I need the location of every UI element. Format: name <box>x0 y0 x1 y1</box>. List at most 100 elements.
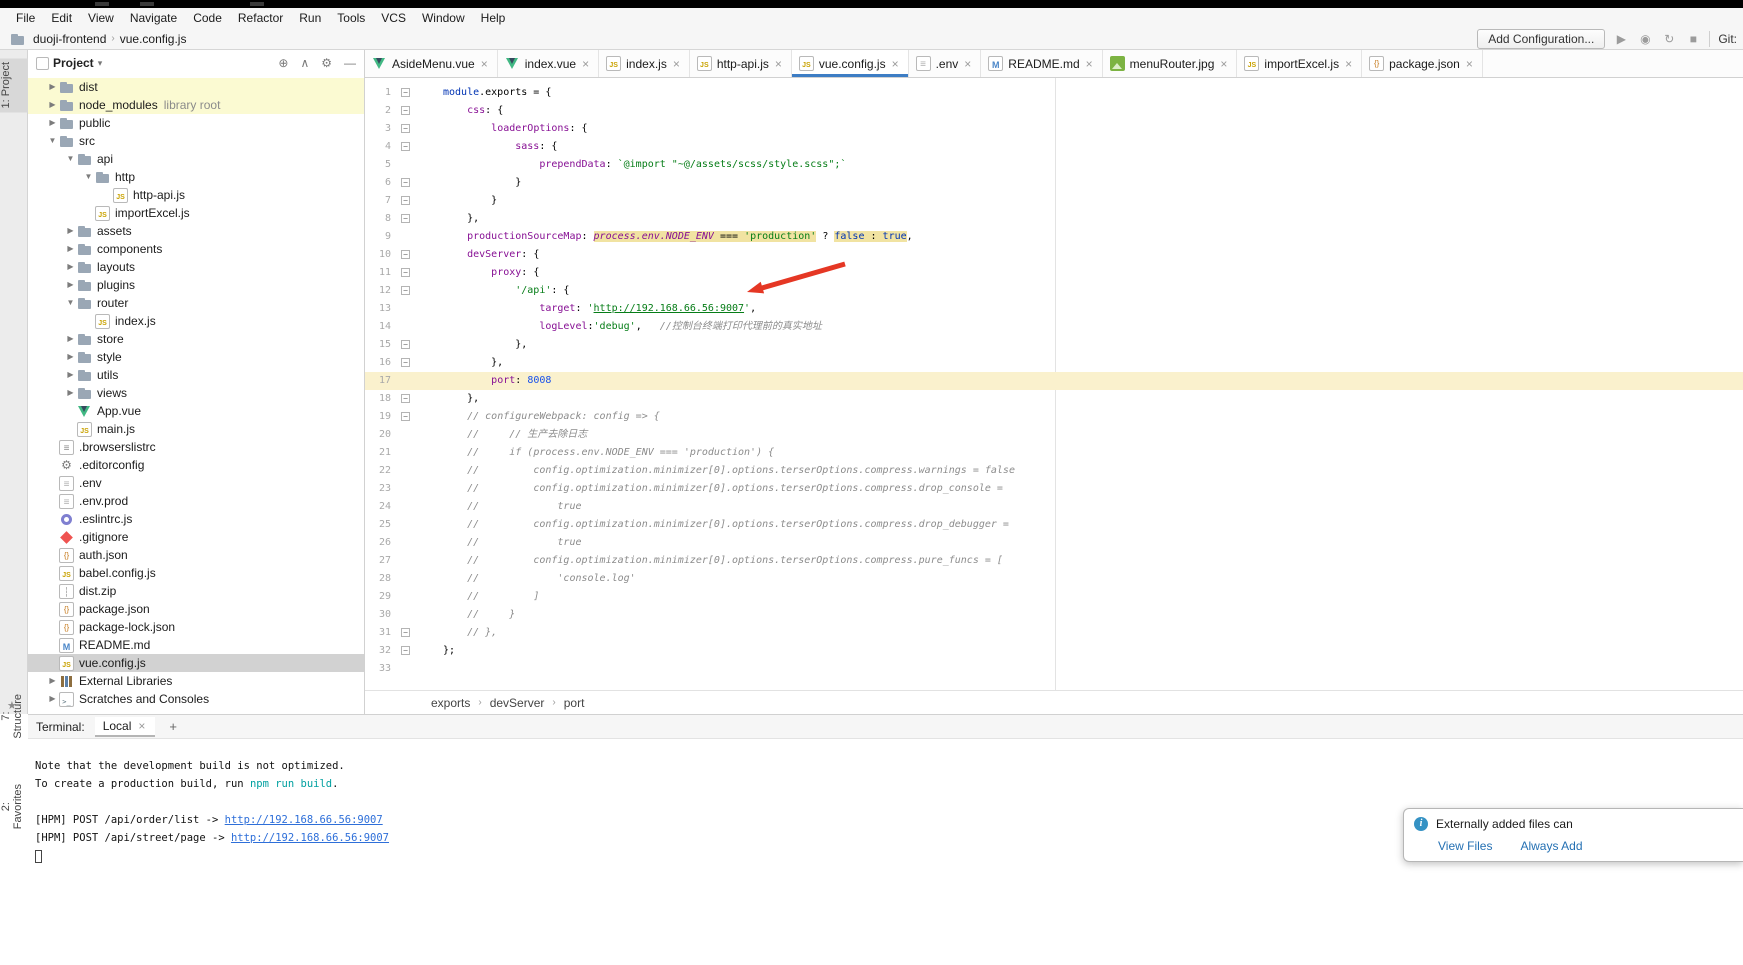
chevron-down-icon[interactable]: ▾ <box>98 58 103 69</box>
code-line-20[interactable]: 20 // // 生产去除日志 <box>365 426 1743 444</box>
line-number[interactable]: 6 <box>365 174 395 192</box>
line-number[interactable]: 24 <box>365 498 395 516</box>
tree-item-http[interactable]: ▼http <box>28 168 364 186</box>
line-number[interactable]: 8 <box>365 210 395 228</box>
code-line-29[interactable]: 29 // ] <box>365 588 1743 606</box>
code-line-16[interactable]: 16− }, <box>365 354 1743 372</box>
tree-item-components[interactable]: ▶components <box>28 240 364 258</box>
code-line-26[interactable]: 26 // true <box>365 534 1743 552</box>
fold-marker-icon[interactable]: − <box>401 196 410 205</box>
code-line-11[interactable]: 11− proxy: { <box>365 264 1743 282</box>
line-number[interactable]: 12 <box>365 282 395 300</box>
tab-menurouter-jpg[interactable]: menuRouter.jpg× <box>1103 50 1238 77</box>
code-line-32[interactable]: 32−}; <box>365 642 1743 660</box>
tree-item-index-js[interactable]: index.js <box>28 312 364 330</box>
code-line-27[interactable]: 27 // config.optimization.minimizer[0].o… <box>365 552 1743 570</box>
code-line-31[interactable]: 31− // }, <box>365 624 1743 642</box>
code-line-21[interactable]: 21 // if (process.env.NODE_ENV === 'prod… <box>365 444 1743 462</box>
line-number[interactable]: 13 <box>365 300 395 318</box>
code-line-23[interactable]: 23 // config.optimization.minimizer[0].o… <box>365 480 1743 498</box>
line-number[interactable]: 16 <box>365 354 395 372</box>
code-line-3[interactable]: 3− loaderOptions: { <box>365 120 1743 138</box>
menu-view[interactable]: View <box>80 9 122 27</box>
tree-item-env-prod[interactable]: .env.prod <box>28 492 364 510</box>
stop-icon[interactable]: ■ <box>1685 32 1701 46</box>
line-number[interactable]: 22 <box>365 462 395 480</box>
code-line-4[interactable]: 4− sass: { <box>365 138 1743 156</box>
breadcrumb-project[interactable]: duoji-frontend <box>33 32 106 46</box>
code-line-30[interactable]: 30 // } <box>365 606 1743 624</box>
tree-item-utils[interactable]: ▶utils <box>28 366 364 384</box>
tree-item-eslintrc-js[interactable]: .eslintrc.js <box>28 510 364 528</box>
tree-item-auth-json[interactable]: auth.json <box>28 546 364 564</box>
line-number[interactable]: 14 <box>365 318 395 336</box>
line-number[interactable]: 25 <box>365 516 395 534</box>
tree-item-external-libraries[interactable]: ▶External Libraries <box>28 672 364 690</box>
line-number[interactable]: 9 <box>365 228 395 246</box>
tree-item-node-modules[interactable]: ▶node_moduleslibrary root <box>28 96 364 114</box>
breadcrumb-devserver[interactable]: devServer <box>490 696 545 710</box>
tree-item-views[interactable]: ▶views <box>28 384 364 402</box>
chevron-down-icon[interactable]: ▼ <box>46 132 59 150</box>
chevron-right-icon[interactable]: ▶ <box>46 672 59 690</box>
tree-item-gitignore[interactable]: .gitignore <box>28 528 364 546</box>
code-line-15[interactable]: 15− }, <box>365 336 1743 354</box>
menu-help[interactable]: Help <box>473 9 514 27</box>
tree-item-dist-zip[interactable]: dist.zip <box>28 582 364 600</box>
close-icon[interactable]: × <box>136 719 147 733</box>
tab-asidemenu-vue[interactable]: AsideMenu.vue× <box>365 50 498 77</box>
terminal-tab-local[interactable]: Local × <box>95 717 156 737</box>
fold-marker-icon[interactable]: − <box>401 178 410 187</box>
chevron-right-icon[interactable]: ▶ <box>64 366 77 384</box>
close-icon[interactable]: × <box>1218 57 1229 71</box>
menu-run[interactable]: Run <box>291 9 329 27</box>
chevron-right-icon[interactable]: ▶ <box>46 78 59 96</box>
chevron-right-icon[interactable]: ▶ <box>64 240 77 258</box>
terminal-title[interactable]: Terminal: <box>36 720 85 734</box>
tab-env[interactable]: .env× <box>909 50 982 77</box>
code-line-28[interactable]: 28 // 'console.log' <box>365 570 1743 588</box>
line-number[interactable]: 3 <box>365 120 395 138</box>
breadcrumb-exports[interactable]: exports <box>431 696 470 710</box>
tree-item-env[interactable]: .env <box>28 474 364 492</box>
tab-readme-md[interactable]: README.md× <box>981 50 1102 77</box>
chevron-down-icon[interactable]: ▼ <box>64 294 77 312</box>
line-number[interactable]: 26 <box>365 534 395 552</box>
terminal-link[interactable]: http://192.168.66.56:9007 <box>231 832 389 844</box>
tree-item-assets[interactable]: ▶assets <box>28 222 364 240</box>
chevron-right-icon[interactable]: ▶ <box>64 384 77 402</box>
menu-tools[interactable]: Tools <box>329 9 373 27</box>
line-number[interactable]: 29 <box>365 588 395 606</box>
code-line-6[interactable]: 6− } <box>365 174 1743 192</box>
line-number[interactable]: 4 <box>365 138 395 156</box>
line-number[interactable]: 1 <box>365 84 395 102</box>
line-number[interactable]: 17 <box>365 372 395 390</box>
fold-marker-icon[interactable]: − <box>401 358 410 367</box>
code-line-14[interactable]: 14 logLevel:'debug', //控制台终端打印代理前的真实地址 <box>365 318 1743 336</box>
tab-index-vue[interactable]: index.vue× <box>498 50 599 77</box>
chevron-right-icon[interactable]: ▶ <box>46 114 59 132</box>
close-icon[interactable]: × <box>479 57 490 71</box>
close-icon[interactable]: × <box>962 57 973 71</box>
favorites-star-icon[interactable]: ★ <box>7 699 17 712</box>
debug-icon[interactable]: ◉ <box>1637 32 1653 46</box>
fold-marker-icon[interactable]: − <box>401 412 410 421</box>
tree-item-store[interactable]: ▶store <box>28 330 364 348</box>
close-icon[interactable]: × <box>580 57 591 71</box>
tree-item-http-api-js[interactable]: http-api.js <box>28 186 364 204</box>
code-line-2[interactable]: 2− css: { <box>365 102 1743 120</box>
code-line-7[interactable]: 7− } <box>365 192 1743 210</box>
close-icon[interactable]: × <box>773 57 784 71</box>
fold-marker-icon[interactable]: − <box>401 88 410 97</box>
close-icon[interactable]: × <box>671 57 682 71</box>
code-line-19[interactable]: 19− // configureWebpack: config => { <box>365 408 1743 426</box>
tree-item-readme-md[interactable]: README.md <box>28 636 364 654</box>
add-configuration-button[interactable]: Add Configuration... <box>1477 29 1605 49</box>
fold-marker-icon[interactable]: − <box>401 106 410 115</box>
tree-item-dist[interactable]: ▶dist <box>28 78 364 96</box>
line-number[interactable]: 19 <box>365 408 395 426</box>
close-icon[interactable]: × <box>1084 57 1095 71</box>
fold-marker-icon[interactable]: − <box>401 628 410 637</box>
chevron-right-icon[interactable]: ▶ <box>64 348 77 366</box>
tool-window-favorites-button[interactable]: 2: Favorites <box>0 780 28 833</box>
